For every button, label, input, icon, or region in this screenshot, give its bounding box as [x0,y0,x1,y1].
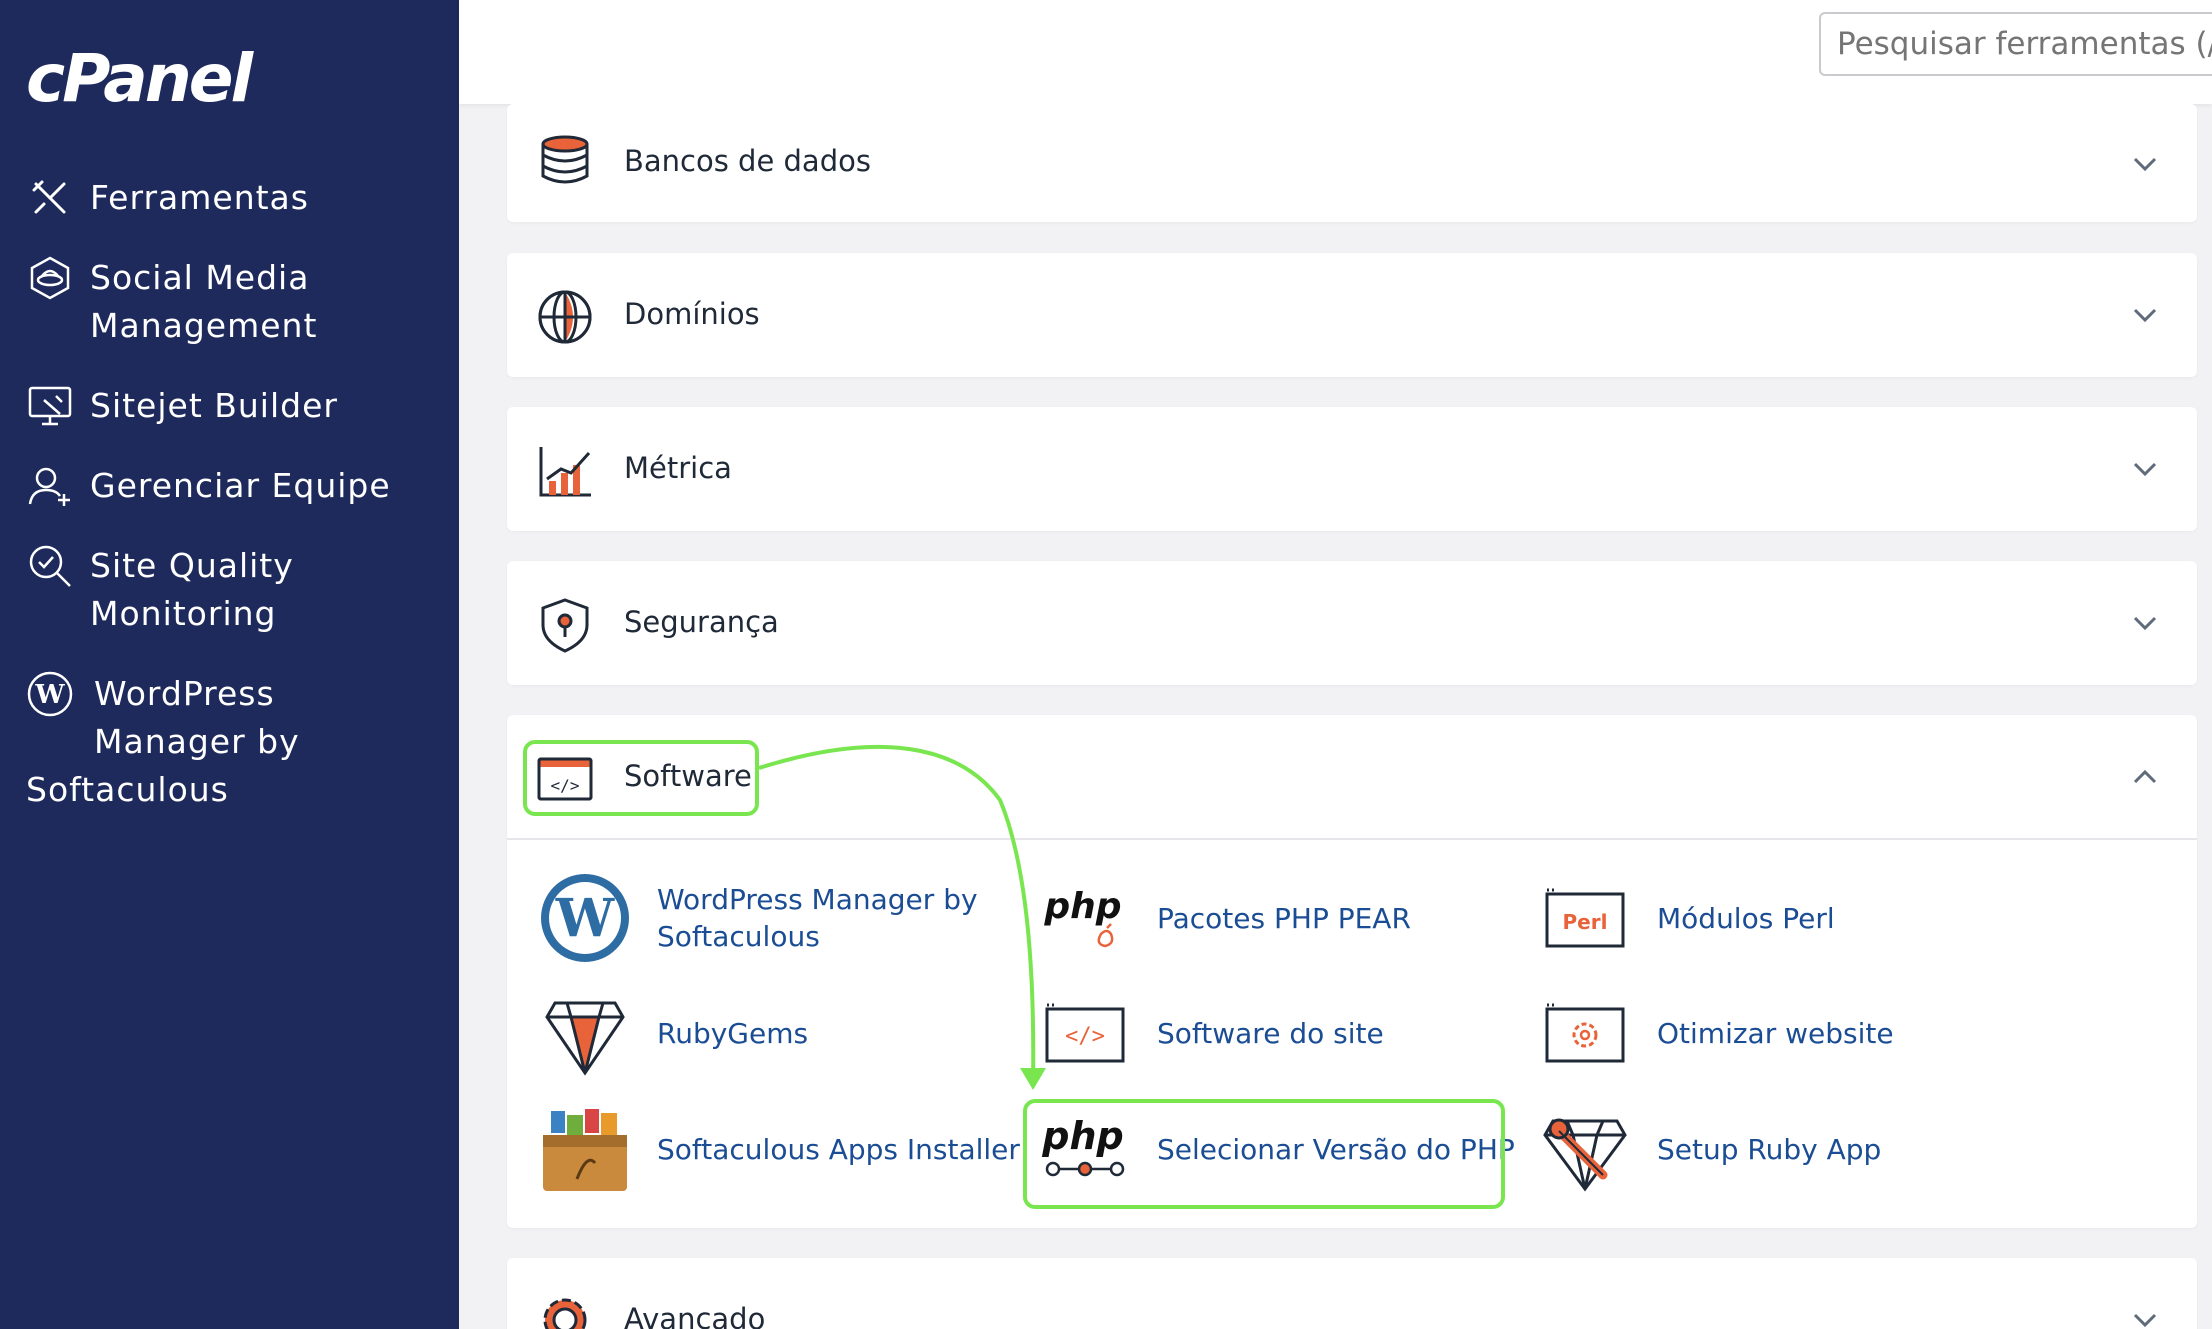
sidebar-item-label: Sitejet Builder [90,386,338,425]
sidebar-item-label: Softaculous [26,770,229,809]
section-software: </> Software W WordPress Manager by Soft… [507,715,2197,1228]
sitejet-builder-icon [28,386,72,426]
svg-text:Perl: Perl [1563,910,1608,934]
tool-software-do-site[interactable]: </> Software do site [1037,985,1384,1081]
sidebar-item-label: WordPress Manager by [94,674,300,761]
chevron-down-icon[interactable] [2127,146,2163,182]
svg-text:</>: </> [551,776,580,795]
section-avancado: Avançado [507,1258,2197,1329]
wordpress-icon: W [27,671,73,717]
sidebar-item-label: Social Media Management [90,258,318,345]
svg-text:php: php [1041,1114,1123,1158]
cpanel-logo[interactable]: cPanel [26,40,253,117]
softaculous-box-icon [543,1109,627,1191]
chevron-up-icon[interactable] [2127,759,2163,795]
metrics-chart-icon [539,447,591,497]
globe-icon [538,290,592,344]
ruby-gem-icon [545,1001,625,1076]
sidebar-item-site-quality[interactable]: Site Quality Monitoring [26,542,294,638]
sidebar-item-label: Ferramentas [90,178,309,217]
tool-label: Setup Ruby App [1657,1132,1882,1166]
section-title: Segurança [624,605,779,639]
section-header[interactable]: </> Software [507,715,2197,840]
tool-otimizar-website[interactable]: Otimizar website [1537,985,1894,1081]
ruby-app-icon [1543,1118,1627,1192]
shield-icon [541,598,589,653]
tool-softaculous-installer[interactable]: Softaculous Apps Installer [537,1101,1020,1197]
sidebar-item-ferramentas[interactable]: Ferramentas [26,174,309,222]
tool-label: Softaculous Apps Installer [657,1132,1020,1166]
gear-window-icon [1545,1003,1625,1063]
section-header[interactable]: Segurança [507,561,2197,685]
sidebar-item-wordpress-cont[interactable]: Softaculous [26,766,229,814]
tool-rubygems[interactable]: RubyGems [537,985,808,1081]
perl-icon: Perl [1545,888,1625,948]
tool-php-pear[interactable]: php Pacotes PHP PEAR [1037,870,1411,966]
tool-label: RubyGems [657,1016,809,1050]
chevron-down-icon[interactable] [2127,1302,2163,1329]
section-metrica: Métrica [507,407,2197,531]
php-version-icon: php [1041,1114,1125,1177]
chevron-down-icon[interactable] [2127,605,2163,641]
section-title: Software [624,759,752,793]
search-input[interactable] [1819,12,2212,76]
wordpress-icon: W [541,874,629,962]
section-seguranca: Segurança [507,561,2197,685]
gear-icon [543,1298,587,1329]
tool-selecionar-versao-php[interactable]: php Selecionar Versão do PHP [1037,1101,1515,1197]
tool-perl-modules[interactable]: Perl Módulos Perl [1537,870,1835,966]
tool-label: Otimizar website [1657,1016,1894,1050]
sidebar-item-wordpress[interactable]: W WordPress Manager by [26,670,300,766]
database-icon [541,135,589,184]
svg-text:W: W [34,680,65,710]
section-title: Bancos de dados [624,144,871,178]
chevron-down-icon[interactable] [2127,297,2163,333]
php-pear-icon: php [1043,886,1122,948]
section-dominios: Domínios [507,253,2197,377]
tools-icon [32,180,66,214]
tool-label: Selecionar Versão do PHP [1157,1132,1515,1166]
section-header[interactable]: Avançado [507,1258,2197,1329]
section-bancos-de-dados: Bancos de dados [507,104,2197,222]
section-title: Avançado [624,1302,766,1329]
sidebar-item-label: Site Quality Monitoring [90,546,294,633]
chevron-down-icon[interactable] [2127,451,2163,487]
code-window-icon: </> [1045,1003,1125,1063]
sidebar: cPanel Ferramentas Social Media Manageme… [0,0,459,1329]
tool-label: WordPress Manager by Softaculous [657,883,978,953]
svg-text:</>: </> [1065,1024,1105,1049]
section-header[interactable]: Métrica [507,407,2197,531]
tool-setup-ruby-app[interactable]: Setup Ruby App [1537,1101,1881,1197]
sidebar-item-gerenciar-equipe[interactable]: Gerenciar Equipe [26,462,391,510]
svg-text:W: W [555,888,616,949]
section-title: Domínios [624,297,760,331]
team-icon [28,467,70,506]
sidebar-item-social-media[interactable]: Social Media Management [26,254,317,350]
code-window-icon: </> [537,757,593,801]
tool-label: Módulos Perl [1657,901,1835,935]
site-quality-icon [29,545,71,587]
tool-wordpress-manager[interactable]: W WordPress Manager by Softaculous [537,870,978,966]
top-header [459,0,2212,104]
section-header[interactable]: Bancos de dados [507,104,2197,222]
sidebar-item-sitejet[interactable]: Sitejet Builder [26,382,338,430]
section-title: Métrica [624,451,732,485]
tool-label: Software do site [1157,1016,1384,1050]
svg-text:php: php [1043,886,1121,927]
section-header[interactable]: Domínios [507,253,2197,377]
sidebar-item-label: Gerenciar Equipe [90,466,391,505]
social-media-icon [30,256,70,300]
tool-label: Pacotes PHP PEAR [1157,901,1411,935]
